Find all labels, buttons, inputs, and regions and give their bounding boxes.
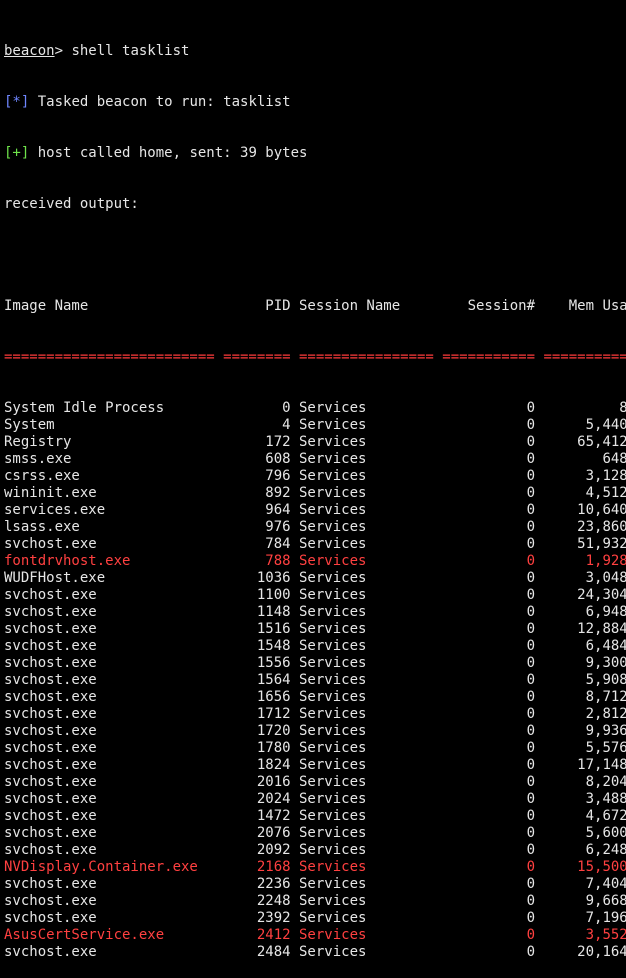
- table-row: csrss.exe 796 Services 0 3,128 K: [4, 468, 626, 484]
- table-row: WUDFHost.exe 1036 Services 0 3,048 K: [4, 570, 626, 586]
- table-row: svchost.exe 1824 Services 0 17,148 K: [4, 757, 626, 773]
- table-row: svchost.exe 2392 Services 0 7,196 K: [4, 910, 626, 926]
- table-row: svchost.exe 2076 Services 0 5,600 K: [4, 825, 626, 841]
- table-row: services.exe 964 Services 0 10,640 K: [4, 502, 626, 518]
- table-row: AsusCertService.exe 2412 Services 0 3,55…: [4, 927, 626, 943]
- table-row: svchost.exe 1656 Services 0 8,712 K: [4, 689, 626, 705]
- table-row: System 4 Services 0 5,440 K: [4, 417, 626, 433]
- table-row: svchost.exe 2248 Services 0 9,668 K: [4, 893, 626, 909]
- process-table: System Idle Process 0 Services 0 8 K Syst…: [4, 400, 626, 961]
- table-row: svchost.exe 1100 Services 0 24,304 K: [4, 587, 626, 603]
- message-text: Tasked beacon to run: tasklist: [37, 94, 291, 110]
- received-output-label: received output:: [4, 196, 139, 212]
- table-row: wininit.exe 892 Services 0 4,512 K: [4, 485, 626, 501]
- terminal-output[interactable]: beacon> shell tasklist [*] Tasked beacon…: [4, 9, 626, 978]
- message-line: [*] Tasked beacon to run: tasklist: [4, 94, 624, 111]
- table-row: svchost.exe 2092 Services 0 6,248 K: [4, 842, 626, 858]
- prompt-name: beacon: [4, 43, 55, 59]
- table-row: smss.exe 608 Services 0 648 K: [4, 451, 626, 467]
- success-tag: [+]: [4, 145, 30, 161]
- table-row: svchost.exe 2016 Services 0 8,204 K: [4, 774, 626, 790]
- table-row: fontdrvhost.exe 788 Services 0 1,928 K: [4, 553, 626, 569]
- prompt-symbol: >: [54, 43, 64, 59]
- table-row: svchost.exe 2484 Services 0 20,164 K: [4, 944, 626, 960]
- table-row: svchost.exe 784 Services 0 51,932 K: [4, 536, 626, 552]
- prompt-line: beacon> shell tasklist: [4, 43, 624, 60]
- table-row: svchost.exe 2024 Services 0 3,488 K: [4, 791, 626, 807]
- info-tag: [*]: [4, 94, 30, 110]
- table-row: NVDisplay.Container.exe 2168 Services 0 …: [4, 859, 626, 875]
- table-row: svchost.exe 1148 Services 0 6,948 K: [4, 604, 626, 620]
- table-header: Image Name PID Session Name Session# Mem…: [4, 298, 626, 314]
- table-row: svchost.exe 1548 Services 0 6,484 K: [4, 638, 626, 654]
- table-separator: ========================= ======== =====…: [4, 349, 626, 365]
- table-row: svchost.exe 1564 Services 0 5,908 K: [4, 672, 626, 688]
- table-row: svchost.exe 1780 Services 0 5,576 K: [4, 740, 626, 756]
- table-row: svchost.exe 1556 Services 0 9,300 K: [4, 655, 626, 671]
- table-row: svchost.exe 1472 Services 0 4,672 K: [4, 808, 626, 824]
- table-row: Registry 172 Services 0 65,412 K: [4, 434, 626, 450]
- table-row: svchost.exe 1712 Services 0 2,812 K: [4, 706, 626, 722]
- table-row: svchost.exe 1516 Services 0 12,884 K: [4, 621, 626, 637]
- message-line: [+] host called home, sent: 39 bytes: [4, 145, 624, 162]
- message-text: host called home, sent: 39 bytes: [37, 145, 308, 161]
- table-row: svchost.exe 2236 Services 0 7,404 K: [4, 876, 626, 892]
- command-text: shell tasklist: [71, 43, 190, 59]
- table-row: System Idle Process 0 Services 0 8 K: [4, 400, 626, 416]
- table-row: lsass.exe 976 Services 0 23,860 K: [4, 519, 626, 535]
- table-row: svchost.exe 1720 Services 0 9,936 K: [4, 723, 626, 739]
